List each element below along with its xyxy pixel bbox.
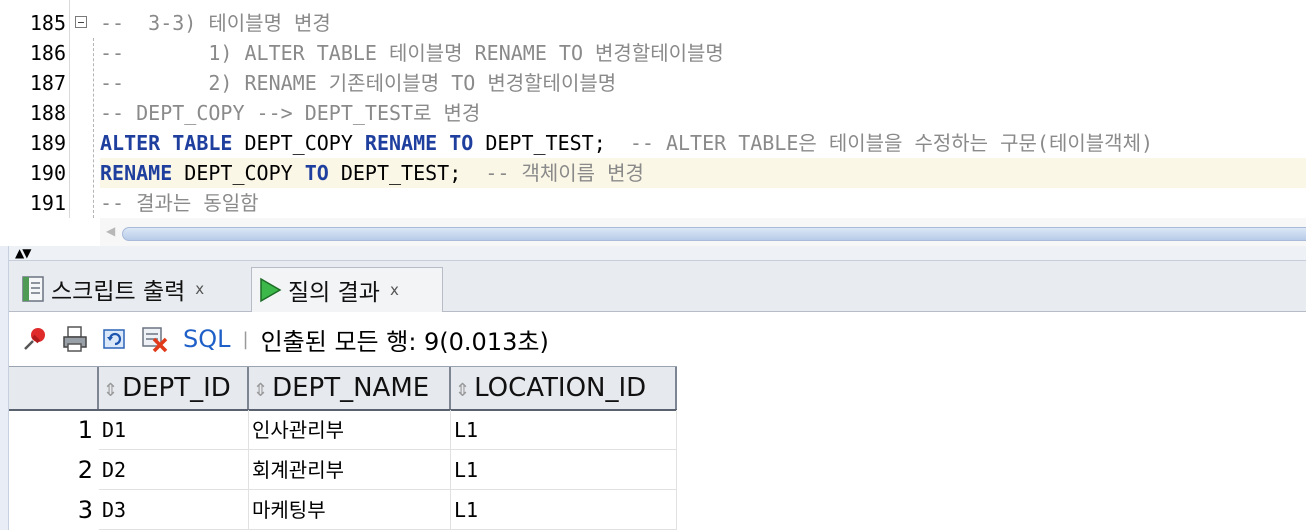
- line-number: 188: [29, 101, 66, 125]
- pin-icon[interactable]: [21, 325, 49, 353]
- line-number: 191: [29, 191, 66, 215]
- cell-location-id[interactable]: L1: [451, 490, 677, 530]
- tab-query-result[interactable]: 질의 결과 x: [251, 267, 443, 312]
- tab-label: 스크립트 출력: [51, 278, 186, 305]
- code-line[interactable]: -- DEPT_COPY --> DEPT_TEST로 변경: [100, 98, 1306, 128]
- cell-location-id[interactable]: L1: [451, 450, 677, 490]
- sql-text: DEPT_COPY: [232, 131, 365, 155]
- query-result-grid[interactable]: ⇕ DEPT_ID ⇕ DEPT_NAME ⇕ LOCATION_ID 1 D1 인사…: [9, 366, 1306, 530]
- column-header-dept-id[interactable]: ⇕ DEPT_ID: [99, 367, 249, 409]
- line-number: 189: [29, 131, 66, 155]
- line-number-gutter: 185 186 187 188 189 190 191: [9, 0, 70, 218]
- sql-keyword: TO: [304, 161, 329, 185]
- sql-keyword: RENAME TO: [364, 131, 474, 155]
- table-row[interactable]: 1 D1 인사관리부 L1: [9, 410, 677, 450]
- line-number-partial: [9, 0, 66, 7]
- sort-icon[interactable]: ⇕: [455, 380, 470, 401]
- tab-label: 질의 결과: [288, 280, 380, 306]
- result-tab-bar: 스크립트 출력 x 질의 결과 x: [9, 261, 1306, 312]
- sql-text: DEPT_TEST;: [328, 161, 486, 185]
- line-number: 190: [29, 161, 66, 185]
- cell-dept-name[interactable]: 마케팅부: [249, 490, 451, 530]
- code-line[interactable]: -- 1) ALTER TABLE 테이블명 RENAME TO 변경할테이블명: [100, 38, 1306, 68]
- panel-splitter[interactable]: ▲▼: [9, 246, 1306, 261]
- line-number: 186: [29, 41, 66, 65]
- sql-comment: -- 1) ALTER TABLE 테이블명 RENAME TO 변경할테이블명: [100, 41, 724, 65]
- sql-text: DEPT_TEST;: [473, 131, 630, 155]
- close-icon[interactable]: x: [390, 281, 399, 299]
- row-number-header: [9, 367, 99, 409]
- row-number: 1: [77, 416, 93, 444]
- fold-guide-line: [93, 38, 94, 218]
- row-number: 2: [77, 456, 93, 484]
- fetch-status-text: 인출된 모든 행: 9(0.013초): [260, 327, 549, 356]
- scrollbar-thumb[interactable]: [122, 227, 1306, 241]
- column-header-dept-name[interactable]: ⇕ DEPT_NAME: [249, 367, 451, 409]
- fold-collapse-icon[interactable]: [75, 16, 87, 28]
- cancel-query-icon[interactable]: [141, 325, 169, 353]
- code-line[interactable]: -- 2) RENAME 기존테이블명 TO 변경할테이블명: [100, 68, 1306, 98]
- sql-comment: -- 결과는 동일함: [100, 191, 259, 215]
- sql-keyword: ALTER TABLE: [100, 131, 233, 155]
- sql-comment: -- ALTER TABLE은 테이블을 수정하는 구문(테이블객체): [629, 131, 1154, 155]
- cell-dept-name[interactable]: 회계관리부: [249, 450, 451, 490]
- column-header-location-id[interactable]: ⇕ LOCATION_ID: [451, 367, 677, 409]
- sql-comment: -- 2) RENAME 기존테이블명 TO 변경할테이블명: [100, 71, 617, 95]
- grid-header-row: ⇕ DEPT_ID ⇕ DEPT_NAME ⇕ LOCATION_ID: [9, 366, 677, 411]
- result-toolbar: SQL | 인출된 모든 행: 9(0.013초): [9, 312, 1306, 366]
- run-query-icon: [260, 277, 282, 303]
- cell-location-id[interactable]: L1: [451, 410, 677, 450]
- cell-dept-name[interactable]: 인사관리부: [249, 410, 451, 450]
- print-icon[interactable]: [61, 325, 89, 353]
- refresh-icon[interactable]: [101, 325, 129, 353]
- cell-dept-id[interactable]: D2: [99, 450, 249, 490]
- sql-keyword: RENAME: [100, 161, 173, 185]
- code-line-current[interactable]: RENAME DEPT_COPY TO DEPT_TEST; -- 객체이름 변…: [100, 158, 1306, 188]
- tab-script-output[interactable]: 스크립트 출력 x: [15, 267, 249, 310]
- horizontal-scrollbar[interactable]: ◀: [100, 218, 1306, 246]
- sql-comment: -- DEPT_COPY --> DEPT_TEST로 변경: [100, 101, 481, 125]
- code-line[interactable]: ALTER TABLE DEPT_COPY RENAME TO DEPT_TES…: [100, 128, 1306, 158]
- cell-dept-id[interactable]: D3: [99, 490, 249, 530]
- sort-icon[interactable]: ⇕: [103, 380, 118, 401]
- sql-text: DEPT_COPY: [172, 161, 305, 185]
- script-output-icon: [22, 275, 44, 302]
- code-line[interactable]: -- 결과는 동일함: [100, 188, 1306, 218]
- table-row[interactable]: 2 D2 회계관리부 L1: [9, 450, 677, 490]
- table-row[interactable]: 3 D3 마케팅부 L1: [9, 490, 677, 530]
- sql-editor[interactable]: 185 186 187 188 189 190 191 -- 3-3) 테이블명…: [0, 0, 1306, 246]
- sort-icon[interactable]: ⇕: [253, 380, 268, 401]
- line-number: 185: [29, 11, 66, 35]
- row-number: 3: [77, 496, 93, 524]
- toolbar-separator: |: [242, 328, 249, 350]
- scroll-left-arrow-icon[interactable]: ◀: [106, 224, 115, 238]
- line-number: 187: [29, 71, 66, 95]
- close-icon[interactable]: x: [195, 280, 204, 298]
- cell-dept-id[interactable]: D1: [99, 410, 249, 450]
- sql-comment: -- 3-3) 테이블명 변경: [100, 11, 331, 35]
- splitter-arrows-icon[interactable]: ▲▼: [15, 246, 32, 260]
- code-line[interactable]: -- 3-3) 테이블명 변경: [100, 8, 1306, 38]
- sql-link[interactable]: SQL: [183, 325, 231, 353]
- sql-comment: -- 객체이름 변경: [485, 161, 644, 185]
